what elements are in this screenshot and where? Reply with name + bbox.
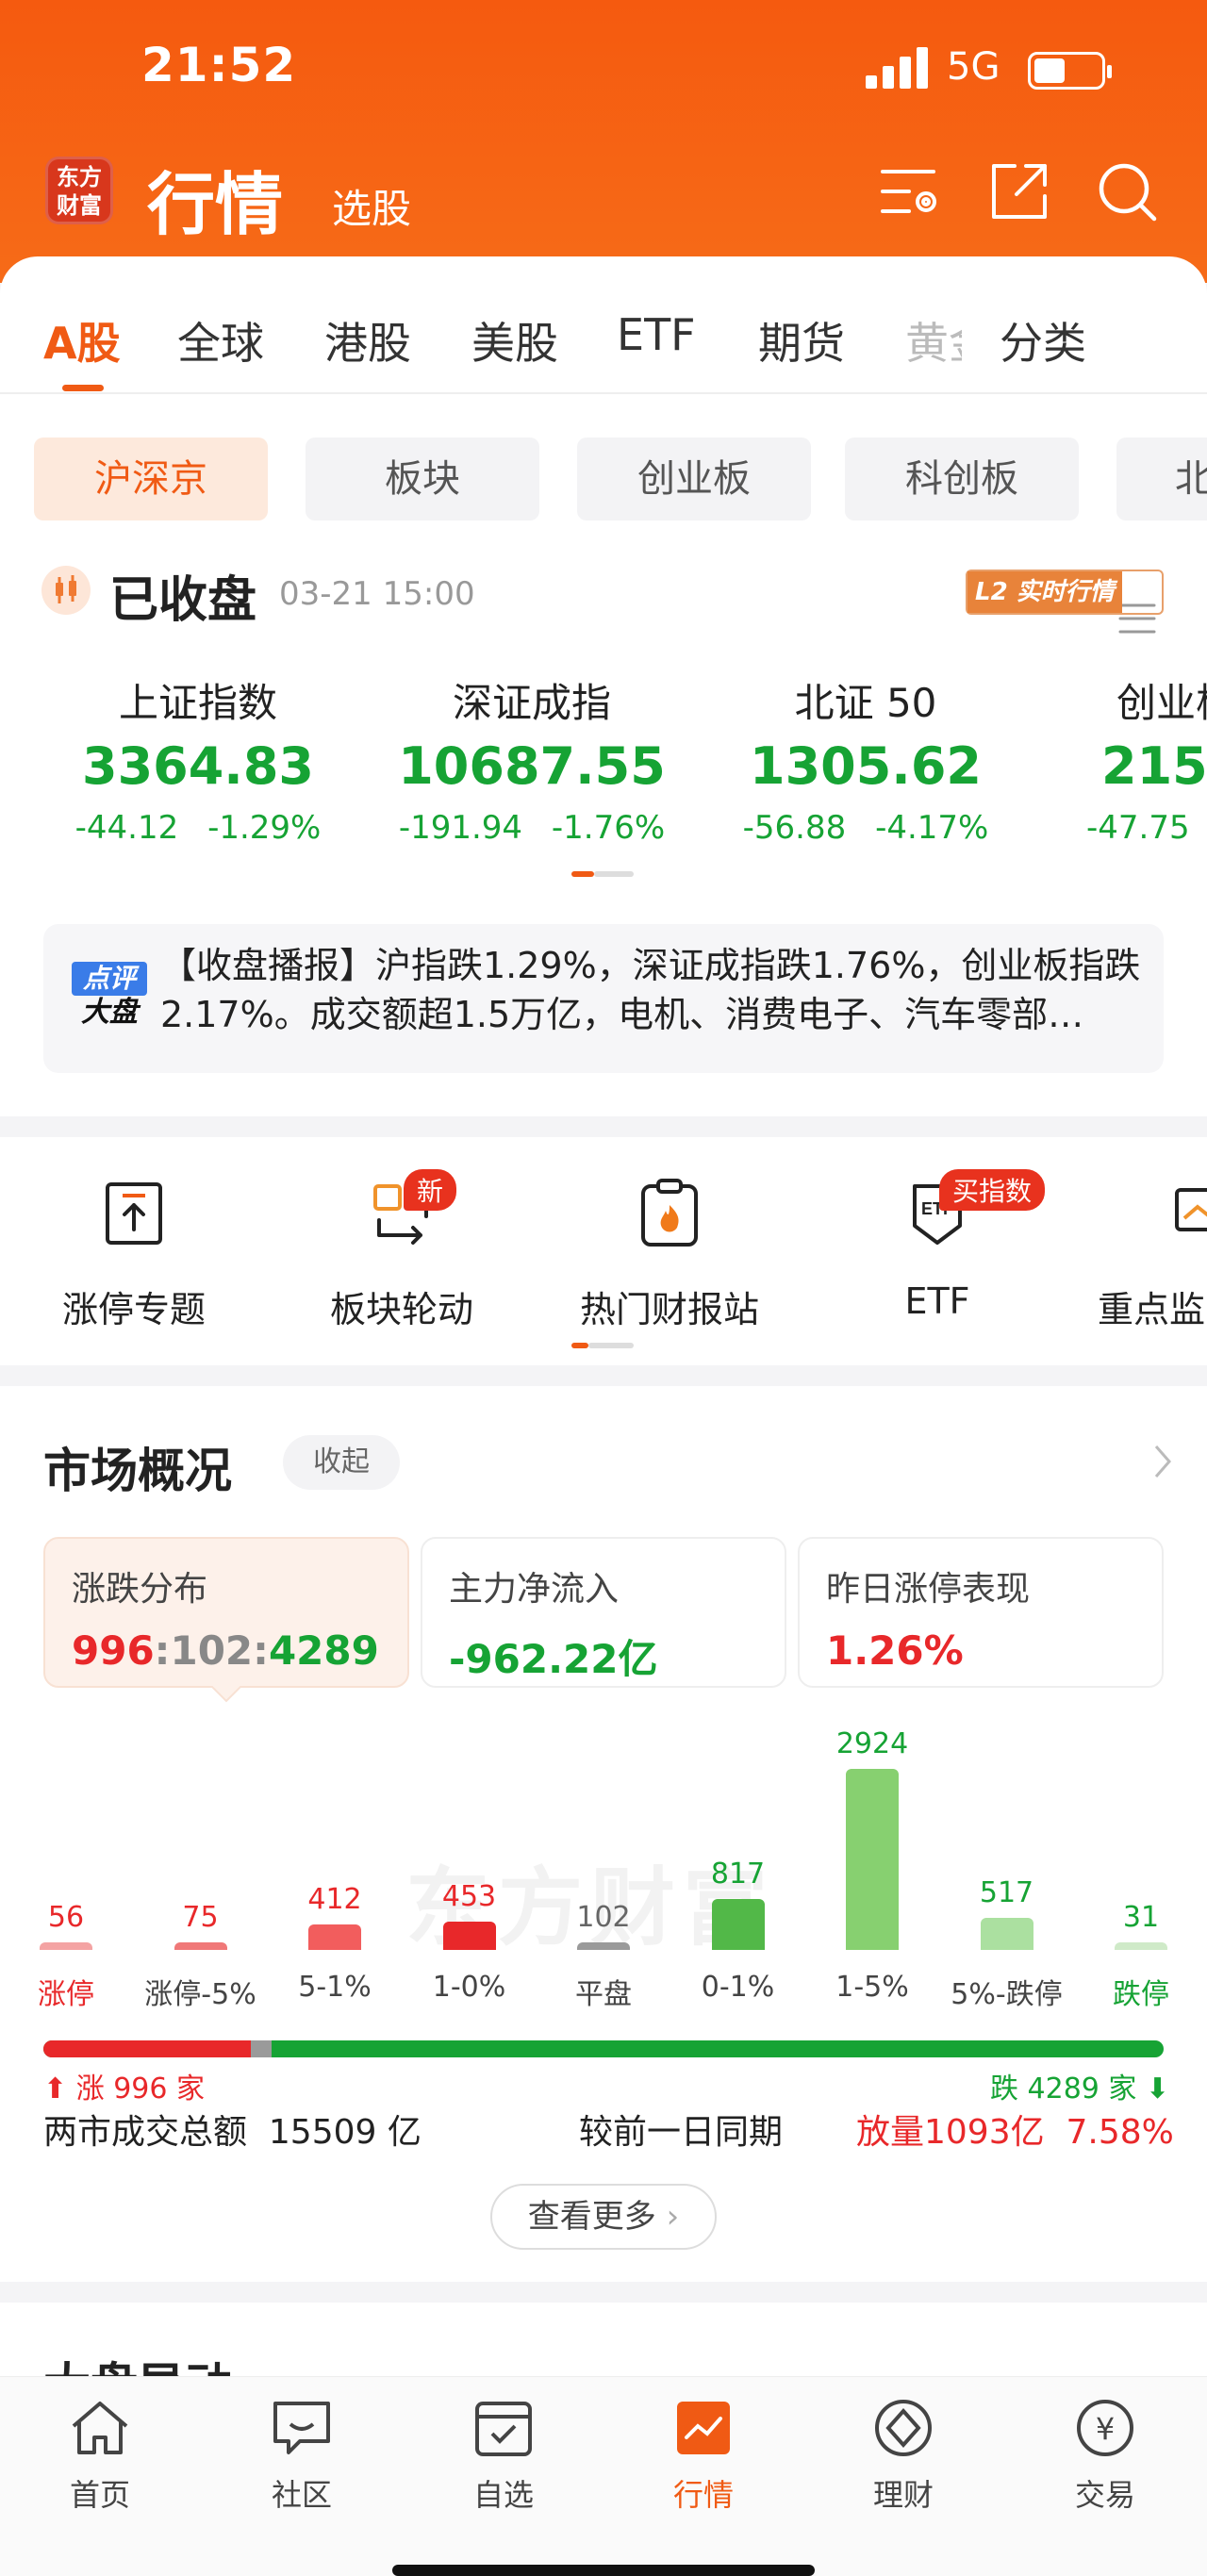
subtab-chinext[interactable]: 创业板: [577, 438, 811, 520]
tab-futures[interactable]: 期货: [758, 309, 845, 372]
market-tabs: A股 全球 港股 美股 ETF 期货 黄金 分类: [0, 283, 1207, 634]
up-count: ⬆ 涨 996 家: [43, 2072, 206, 2105]
tab-category[interactable]: 分类: [1000, 309, 1086, 372]
index-shenzhen[interactable]: 深证成指 10687.55 -191.94 -1.76%: [372, 671, 692, 847]
tab-us[interactable]: 美股: [471, 309, 558, 372]
collapse-button[interactable]: 收起: [283, 1435, 400, 1490]
turnover-label: 两市成交总额 15509 亿: [43, 2113, 422, 2152]
stock-picker-link[interactable]: 选股: [332, 177, 411, 235]
nav-home[interactable]: 首页: [34, 2396, 166, 2515]
subtab-star[interactable]: 科创板: [845, 438, 1079, 520]
section-title: 市场概况: [43, 1444, 232, 1498]
quick-monitor[interactable]: 重点监: [1096, 1179, 1207, 1332]
arrow-down-icon: ⬇: [1145, 2072, 1170, 2105]
buy-index-badge: 买指数: [939, 1169, 1046, 1211]
market-time: 03-21 15:00: [279, 575, 475, 613]
tab-hk[interactable]: 港股: [324, 309, 411, 372]
report-icon: [641, 1179, 698, 1247]
tab-a-share[interactable]: A股: [43, 309, 121, 372]
section-gap: [0, 1116, 1207, 1137]
nav-community[interactable]: 社区: [236, 2396, 368, 2515]
arrow-up-icon: ⬆: [43, 2072, 68, 2105]
quick-limit-up[interactable]: 涨停专题: [30, 1179, 238, 1332]
home-indicator: [392, 2565, 815, 2576]
status-time: 21:52: [141, 38, 297, 92]
card-distribution[interactable]: 涨跌分布 996:102:4289: [43, 1537, 409, 1688]
card-pointer: [211, 1686, 241, 1703]
tab-indicator: [62, 385, 104, 391]
section-gap: [0, 2282, 1207, 2303]
compare-label: 较前一日同期: [579, 2113, 784, 2152]
chevron-right-icon[interactable]: [1152, 1443, 1173, 1480]
nav-trade[interactable]: ¥ 交易: [1039, 2396, 1171, 2515]
market-status: 已收盘: [109, 572, 257, 629]
trade-icon: ¥: [1077, 2400, 1133, 2456]
news-badge: 点评 大盘: [72, 962, 147, 1035]
signal-icon: [866, 47, 934, 89]
search-icon[interactable]: [1094, 158, 1160, 224]
bottom-nav: 首页 社区 自选 行情 理财 ¥ 交易: [0, 2376, 1207, 2576]
down-count: 跌 4289 家 ⬇: [990, 2072, 1170, 2105]
subtab-bse[interactable]: 北: [1116, 438, 1207, 520]
index-bz50[interactable]: 北证 50 1305.62 -56.88 -4.17%: [705, 671, 1026, 847]
monitor-icon: [1175, 1188, 1207, 1231]
battery-icon: [1028, 52, 1112, 90]
community-icon: [273, 2402, 330, 2454]
network-type: 5G: [947, 45, 1000, 89]
page-title: 行情: [147, 165, 284, 244]
chevron-right-icon: ›: [666, 2198, 680, 2236]
app-logo[interactable]: 东方 财富: [45, 157, 113, 224]
ratio-bar: [43, 2040, 1164, 2057]
tab-etf[interactable]: ETF: [617, 309, 696, 360]
page-dot-active: [571, 1343, 588, 1348]
page-dot: [594, 871, 634, 877]
l2-badge[interactable]: L2 实时行情: [966, 570, 1164, 615]
card-yesterday-limit[interactable]: 昨日涨停表现 1.26%: [798, 1537, 1164, 1688]
card-net-inflow[interactable]: 主力净流入 -962.22亿: [421, 1537, 786, 1688]
candlestick-icon: [41, 566, 91, 615]
divider: [0, 392, 1207, 394]
top-header: 21:52 5G 东方 财富 行情 选股: [0, 0, 1207, 283]
market-news[interactable]: 点评 大盘 【收盘播报】沪指跌1.29%，深证成指跌1.76%，创业板指跌2.1…: [43, 924, 1164, 1073]
index-chinext[interactable]: 创业板 2152 -47.75: [1039, 671, 1207, 847]
new-badge: 新: [404, 1169, 457, 1211]
ratio-flat: [251, 2040, 272, 2057]
subtab-sector[interactable]: 板块: [306, 438, 539, 520]
tab-global[interactable]: 全球: [177, 309, 264, 372]
limit-up-icon: [106, 1182, 162, 1245]
watermark: 东方财富: [405, 1858, 775, 1957]
nav-watchlist[interactable]: 自选: [438, 2396, 570, 2515]
quick-rotation[interactable]: 板块轮动: [298, 1179, 505, 1332]
view-more-button[interactable]: 查看更多 ›: [490, 2184, 717, 2250]
ratio-up: [43, 2040, 251, 2057]
news-text: 【收盘播报】沪指跌1.29%，深证成指跌1.76%，创业板指跌2.17%。成交额…: [160, 945, 1141, 1035]
tab-gold[interactable]: 黄金: [905, 309, 962, 372]
nav-wealth[interactable]: 理财: [837, 2396, 969, 2515]
page-dot-active: [571, 871, 594, 877]
subtab-hushenjing[interactable]: 沪深京: [34, 438, 268, 520]
quick-reports[interactable]: 热门财报站: [566, 1179, 773, 1332]
share-icon[interactable]: [986, 158, 1052, 224]
index-shanghai[interactable]: 上证指数 3364.83 -44.12 -1.29%: [38, 671, 358, 847]
watchlist-icon: [475, 2402, 532, 2456]
market-icon: [677, 2402, 730, 2454]
wealth-icon: [875, 2400, 932, 2456]
section-gap: [0, 1365, 1207, 1386]
home-icon: [72, 2402, 128, 2454]
svg-text:¥: ¥: [1096, 2411, 1115, 2447]
volume-change: 放量1093亿 7.58%: [856, 2113, 1174, 2152]
page-dot: [588, 1343, 634, 1348]
nav-market[interactable]: 行情: [637, 2396, 769, 2515]
settings-list-icon[interactable]: [877, 158, 943, 224]
